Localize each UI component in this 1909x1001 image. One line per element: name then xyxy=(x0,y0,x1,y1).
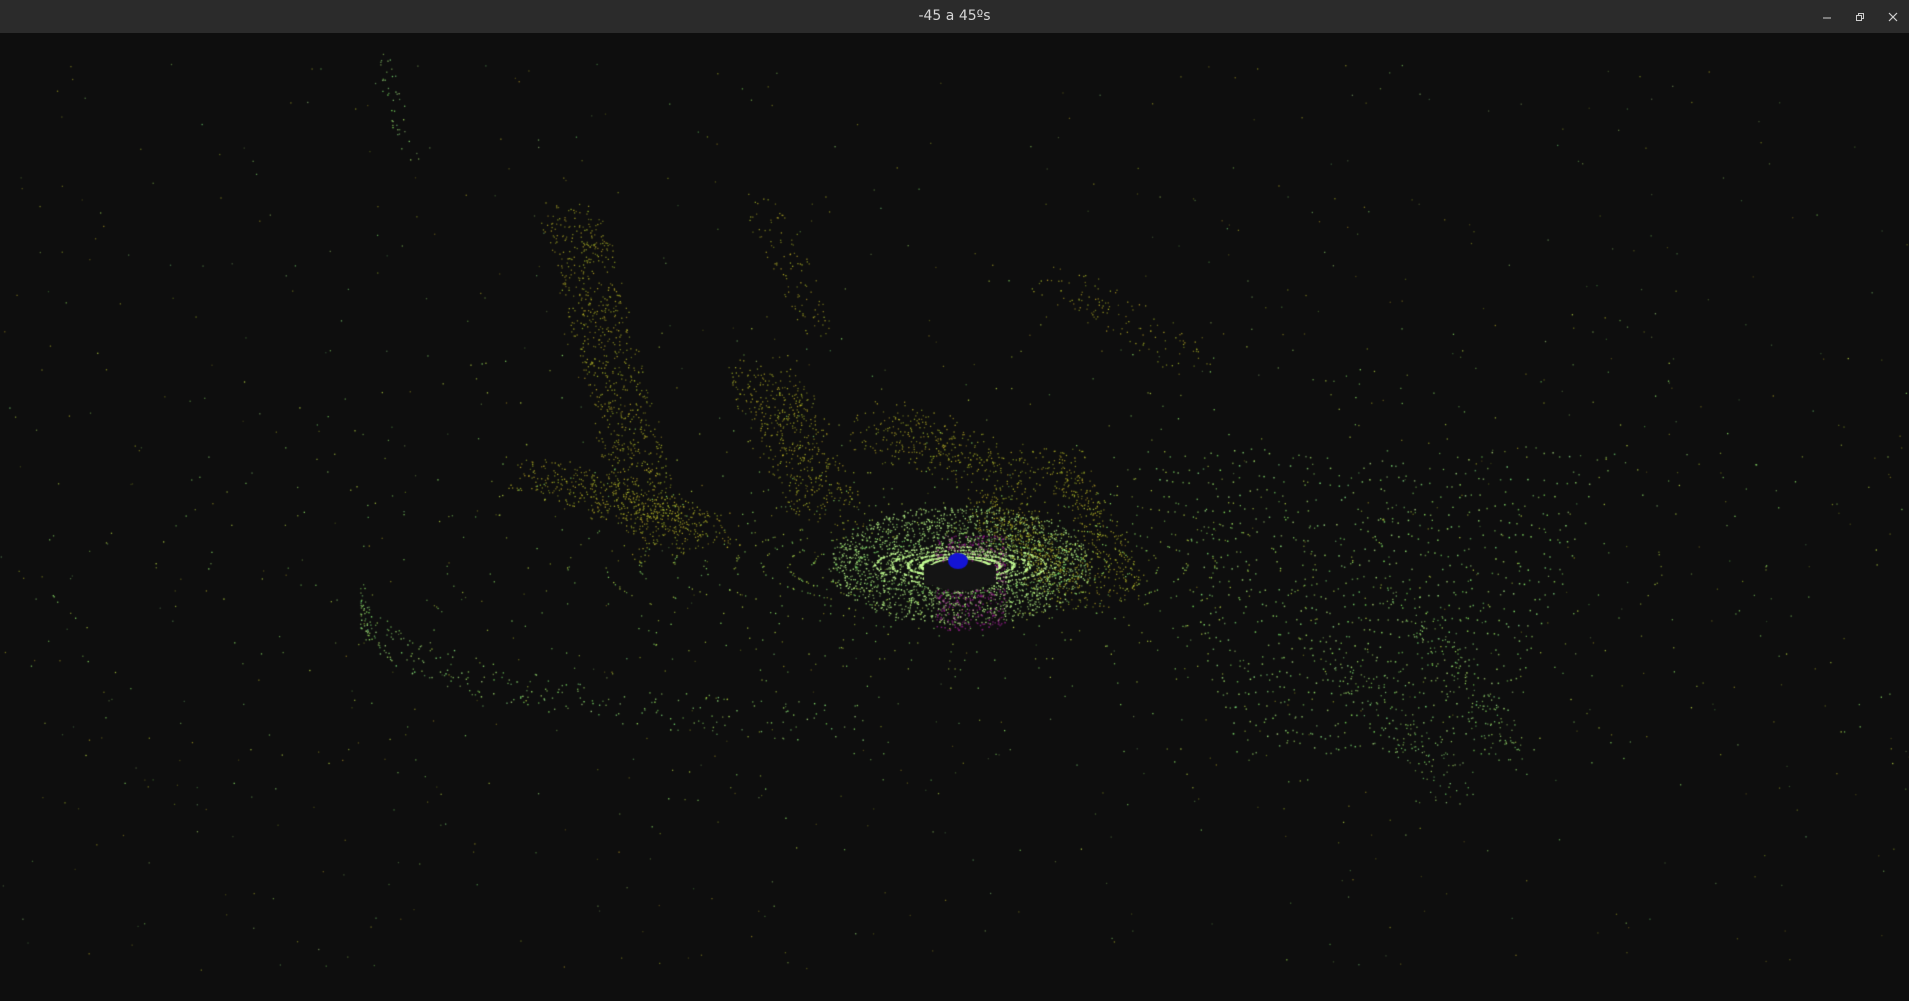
restore-icon xyxy=(1855,12,1864,21)
window-title: -45 a 45ºs xyxy=(918,8,991,24)
restore-button[interactable] xyxy=(1843,0,1876,33)
minimize-button[interactable] xyxy=(1810,0,1843,33)
title-bar[interactable]: -45 a 45ºs xyxy=(0,0,1909,33)
point-cloud-canvas[interactable] xyxy=(0,33,1909,1001)
close-icon xyxy=(1888,12,1897,21)
window-controls xyxy=(1810,0,1909,33)
point-cloud-window: -45 a 45ºs xyxy=(0,0,1909,1001)
point-cloud-viewport[interactable] xyxy=(0,33,1909,1001)
minimize-icon xyxy=(1822,17,1831,18)
close-button[interactable] xyxy=(1876,0,1909,33)
